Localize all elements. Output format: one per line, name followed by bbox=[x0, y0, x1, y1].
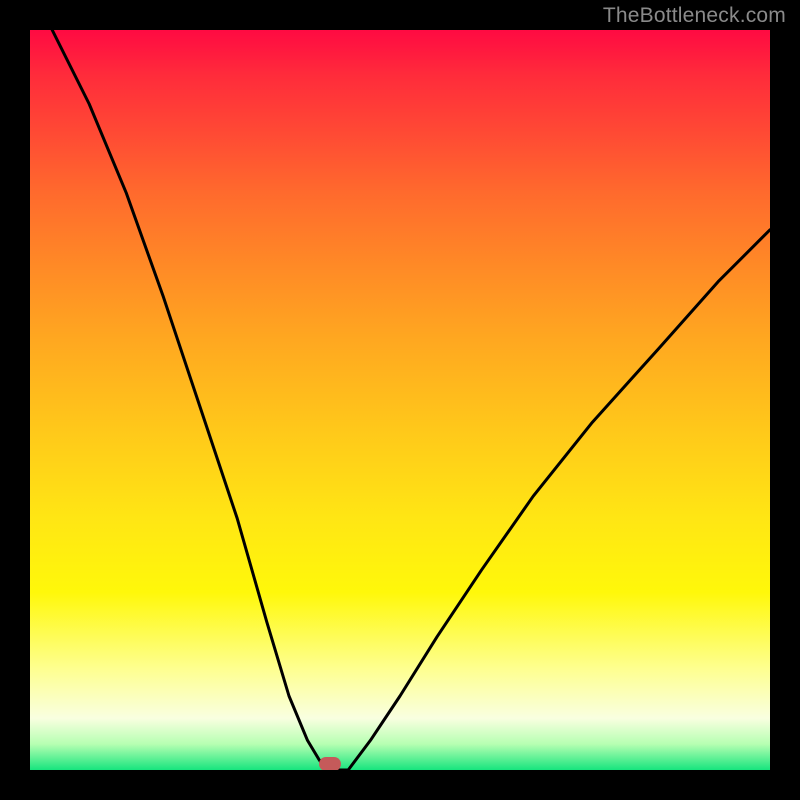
optimum-marker-icon bbox=[319, 757, 341, 770]
curve-line bbox=[52, 30, 770, 770]
watermark-text: TheBottleneck.com bbox=[603, 4, 786, 28]
chart-frame: TheBottleneck.com bbox=[0, 0, 800, 800]
plot-area bbox=[30, 30, 770, 770]
bottleneck-curve bbox=[30, 30, 770, 770]
